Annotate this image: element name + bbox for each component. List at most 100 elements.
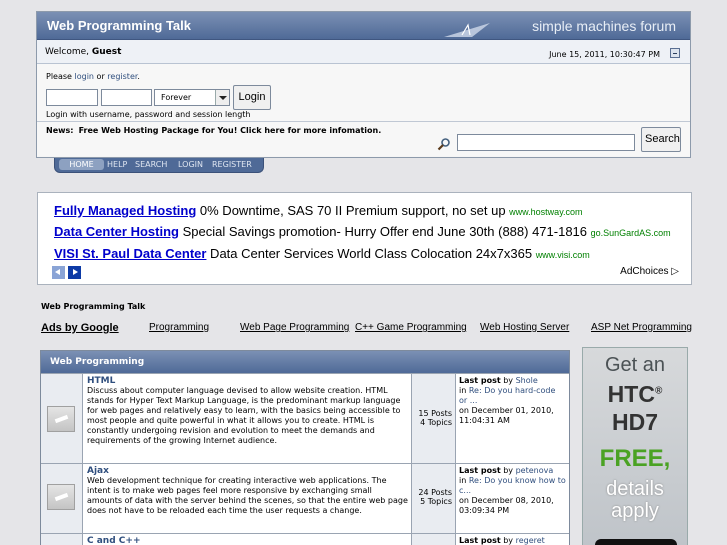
- ad-line-free: FREE,: [599, 445, 671, 472]
- period-text: .: [137, 72, 140, 81]
- adchoices-link[interactable]: AdChoices ▷: [620, 266, 679, 277]
- ad-item[interactable]: Fully Managed Hosting 0% Downtime, SAS 7…: [54, 203, 583, 218]
- board-icon-cell: [41, 374, 83, 463]
- post-count: 24 Posts: [418, 488, 452, 497]
- board-icon-cell: [41, 464, 83, 533]
- ad-title[interactable]: Data Center Hosting: [54, 224, 179, 239]
- last-post: Last post by petenova in Re: Do you know…: [456, 464, 569, 533]
- topic-count: 5 Topics: [420, 497, 452, 506]
- board-description: Web development technique for creating i…: [87, 476, 408, 515]
- board-icon-cell: [41, 534, 83, 545]
- news-text: News: Free Web Hosting Package for You! …: [46, 126, 381, 135]
- topic-count: 4 Topics: [420, 418, 452, 427]
- board-stats: 15 Posts 4 Topics: [411, 374, 456, 463]
- board-info: HTML Discuss about computer language dev…: [84, 374, 411, 463]
- adchoices-label: AdChoices: [620, 266, 669, 277]
- ad-item[interactable]: VISI St. Paul Data Center Data Center Se…: [54, 246, 590, 261]
- smf-logo-text: simple machines forum: [532, 18, 676, 34]
- ad-title[interactable]: VISI St. Paul Data Center: [54, 246, 206, 261]
- ads-by-google-label[interactable]: Ads by Google: [41, 322, 119, 334]
- register-link[interactable]: register: [107, 72, 137, 81]
- breadcrumb[interactable]: Web Programming Talk: [41, 302, 145, 311]
- post-count: 15 Posts: [418, 409, 452, 418]
- board-row: Ajax Web development technique for creat…: [41, 463, 569, 533]
- category-header[interactable]: Web Programming: [41, 351, 569, 373]
- last-post: Last post by Shole in Re: Do you hard-co…: [456, 374, 569, 463]
- phone-image: [595, 539, 677, 545]
- search-button[interactable]: Search: [641, 127, 681, 152]
- news-label: News:: [46, 126, 74, 135]
- news-area: News: Free Web Hosting Package for You! …: [37, 122, 690, 156]
- search-icon: [437, 138, 450, 151]
- search-input[interactable]: [457, 134, 635, 151]
- board-description: Discuss about computer language devised …: [87, 386, 401, 445]
- in-text: in: [459, 476, 469, 485]
- board-index: Web Programming HTML Discuss about compu…: [40, 350, 570, 545]
- ad-line-details: details: [606, 478, 664, 500]
- collapse-header-button[interactable]: [670, 48, 680, 58]
- board-info: C and C++: [84, 534, 411, 545]
- ad-line-apply: apply: [611, 500, 659, 522]
- last-post: Last post by regeret: [456, 534, 569, 545]
- smf-logo-icon: [444, 23, 490, 37]
- adchoices-icon: ▷: [671, 266, 679, 277]
- last-post-date: on December 01, 2010, 11:04:31 AM: [459, 406, 554, 425]
- ad-item[interactable]: Data Center Hosting Special Savings prom…: [54, 224, 671, 239]
- menu-help[interactable]: HELP: [107, 160, 127, 169]
- last-post-label: Last post: [459, 376, 501, 385]
- ad-link-web-page-programming[interactable]: Web Page Programming: [240, 322, 349, 333]
- board-status-icon: [47, 484, 75, 510]
- login-link[interactable]: login: [75, 72, 95, 81]
- login-hint: Login with username, password and sessio…: [46, 110, 251, 119]
- welcome-user: Guest: [91, 47, 122, 57]
- ad-link-cpp-game-programming[interactable]: C++ Game Programming: [355, 322, 467, 333]
- menu-search[interactable]: SEARCH: [135, 160, 167, 169]
- text-ads-box: Fully Managed Hosting 0% Downtime, SAS 7…: [37, 192, 692, 285]
- site-title[interactable]: Web Programming Talk: [47, 18, 191, 33]
- menu-login[interactable]: LOGIN: [178, 160, 203, 169]
- ad-link-web-hosting-server[interactable]: Web Hosting Server: [480, 322, 569, 333]
- last-post-label: Last post: [459, 466, 501, 475]
- by-text: by: [500, 536, 516, 545]
- menu-home[interactable]: HOME: [59, 159, 104, 170]
- login-button[interactable]: Login: [233, 85, 271, 110]
- session-length-select[interactable]: Forever: [154, 89, 230, 106]
- please-text: Please: [46, 72, 75, 81]
- board-row: C and C++ Last post by regeret: [41, 533, 569, 545]
- ad-next-icon[interactable]: [68, 266, 81, 279]
- ad-url[interactable]: www.hostway.com: [509, 207, 582, 217]
- in-text: in: [459, 386, 469, 395]
- ad-link-asp-net-programming[interactable]: ASP Net Programming: [591, 322, 692, 333]
- ad-url[interactable]: www.visi.com: [536, 250, 590, 260]
- chevron-down-icon[interactable]: [215, 90, 229, 105]
- last-post-label: Last post: [459, 536, 501, 545]
- username-input[interactable]: [46, 89, 98, 106]
- board-row: HTML Discuss about computer language dev…: [41, 373, 569, 463]
- last-post-user[interactable]: petenova: [516, 466, 554, 475]
- last-post-user[interactable]: Shole: [516, 376, 538, 385]
- menu-register[interactable]: REGISTER: [212, 160, 252, 169]
- board-name[interactable]: C and C++: [87, 536, 408, 545]
- side-banner-ad[interactable]: Get an HTC® HD7 FREE, details apply: [582, 347, 688, 545]
- last-post-user[interactable]: regeret: [516, 536, 545, 545]
- ad-link-programming[interactable]: Programming: [149, 322, 209, 333]
- last-post-topic[interactable]: Re: Do you hard-code or ...: [459, 386, 555, 405]
- board-name[interactable]: Ajax: [87, 466, 408, 476]
- ad-title[interactable]: Fully Managed Hosting: [54, 203, 196, 218]
- registered-mark: ®: [654, 385, 663, 397]
- board-name[interactable]: HTML: [87, 376, 408, 386]
- ad-line-htc: HTC®: [583, 381, 687, 408]
- header-bar: Web Programming Talk simple machines for…: [37, 12, 690, 40]
- ad-url[interactable]: go.SunGardAS.com: [591, 228, 671, 238]
- last-post-topic[interactable]: Re: Do you know how to c...: [459, 476, 566, 495]
- ad-line-hd7: HD7: [611, 409, 658, 435]
- current-date: June 15, 2011, 10:30:47 PM: [549, 50, 660, 59]
- ad-text: 0% Downtime, SAS 70 II Premium support, …: [196, 203, 510, 218]
- news-content: Free Web Hosting Package for You! Click …: [78, 126, 382, 135]
- welcome-text: Welcome, Guest: [45, 47, 121, 57]
- password-input[interactable]: [101, 89, 152, 106]
- main-menu: HOME HELP SEARCH LOGIN REGISTER: [54, 158, 264, 173]
- or-text: or: [94, 72, 108, 81]
- ad-prev-icon[interactable]: [52, 266, 65, 279]
- welcome-prefix: Welcome,: [45, 47, 92, 57]
